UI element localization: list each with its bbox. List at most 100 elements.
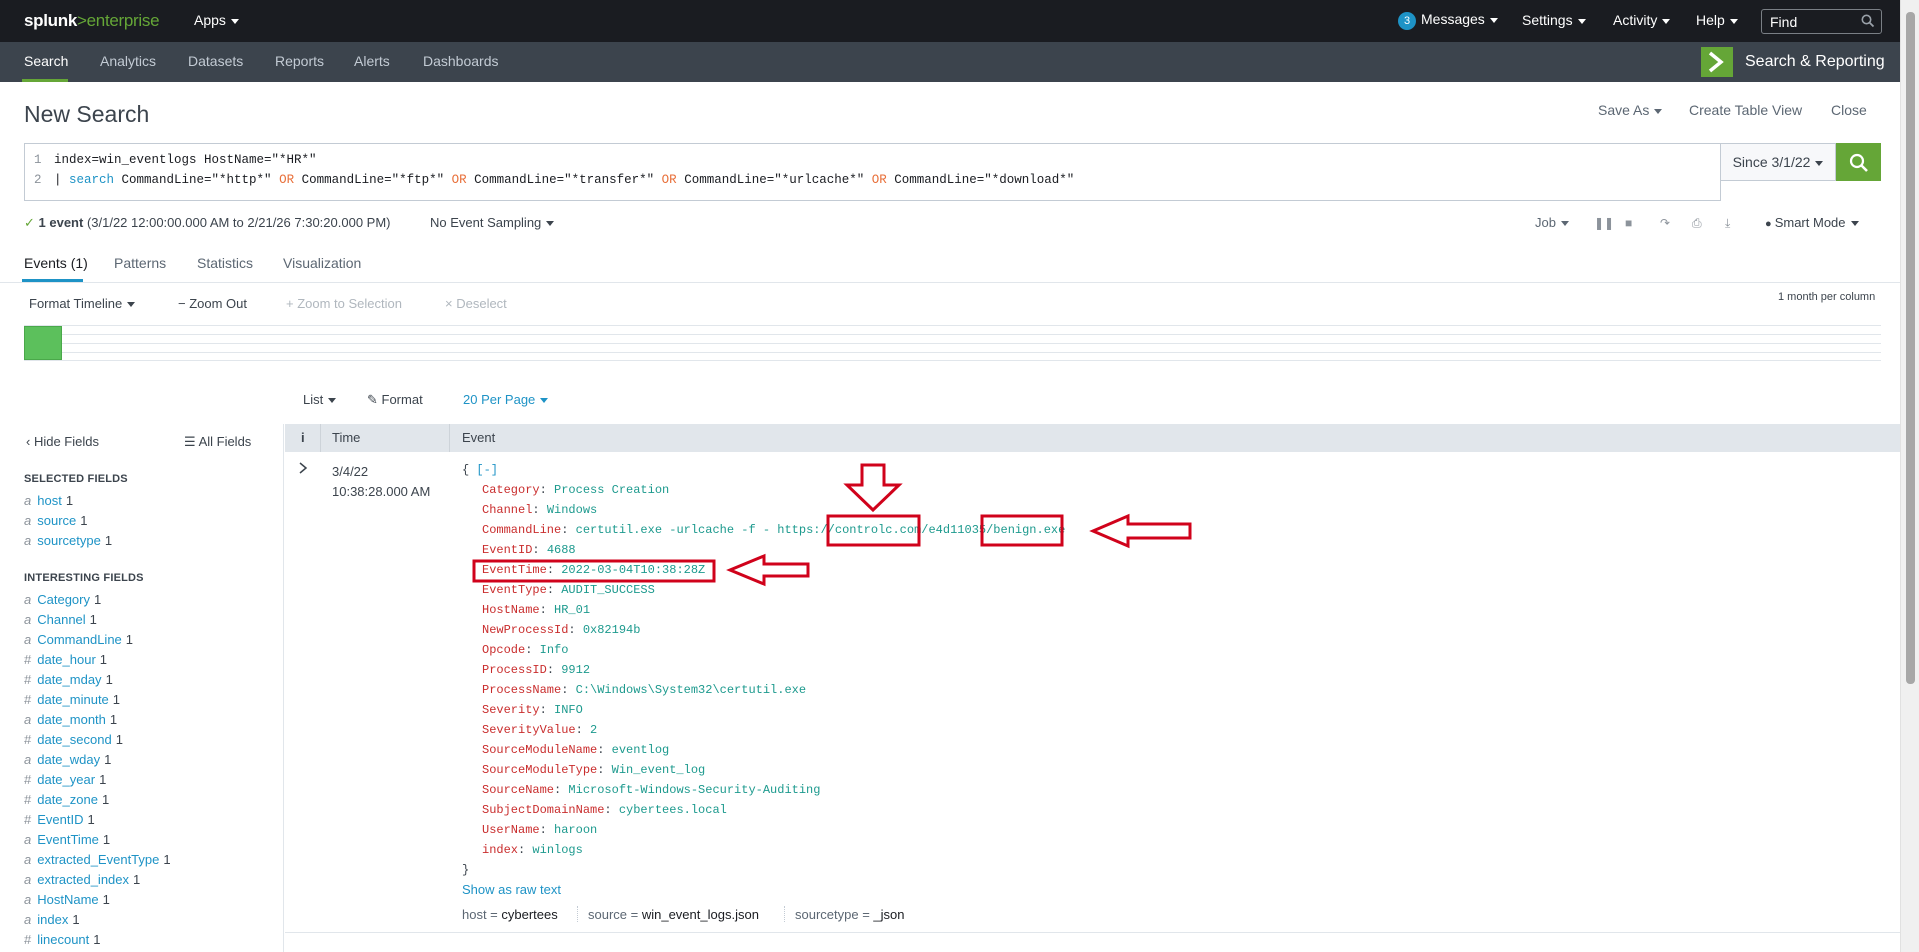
job-menu[interactable]: Job bbox=[1535, 215, 1569, 230]
json-key[interactable]: SourceModuleName bbox=[482, 743, 597, 757]
meta-host[interactable]: host = cybertees bbox=[462, 907, 558, 922]
tab-patterns[interactable]: Patterns bbox=[114, 255, 166, 271]
field-item[interactable]: a Channel 1 bbox=[24, 612, 97, 627]
help-menu[interactable]: Help bbox=[1696, 12, 1738, 28]
meta-source[interactable]: source = win_event_logs.json bbox=[588, 907, 759, 922]
tab-statistics[interactable]: Statistics bbox=[197, 255, 253, 271]
json-key[interactable]: ProcessID bbox=[482, 663, 547, 677]
list-view-dropdown[interactable]: List bbox=[303, 392, 337, 407]
nav-search[interactable]: Search bbox=[24, 53, 68, 69]
json-value[interactable]: Info bbox=[540, 643, 569, 657]
field-item[interactable]: a EventTime 1 bbox=[24, 832, 110, 847]
json-key[interactable]: EventType bbox=[482, 583, 547, 597]
json-value[interactable]: 4688 bbox=[547, 543, 576, 557]
tab-events[interactable]: Events (1) bbox=[24, 255, 88, 271]
print-icon[interactable]: ⎙ bbox=[1692, 216, 1702, 231]
field-item[interactable]: a date_wday 1 bbox=[24, 752, 111, 767]
time-column-header[interactable]: Time bbox=[332, 430, 360, 445]
field-item[interactable]: # date_second 1 bbox=[24, 732, 123, 747]
all-fields-button[interactable]: ☰ All Fields bbox=[184, 434, 251, 450]
search-mode-dropdown[interactable]: ● Smart Mode bbox=[1765, 215, 1859, 230]
json-key[interactable]: EventID bbox=[482, 543, 532, 557]
field-item[interactable]: # date_minute 1 bbox=[24, 692, 120, 707]
json-value[interactable]: 0x82194b bbox=[583, 623, 641, 637]
json-value[interactable]: haroon bbox=[554, 823, 597, 837]
save-as-button[interactable]: Save As bbox=[1598, 102, 1663, 118]
settings-menu[interactable]: Settings bbox=[1522, 12, 1586, 28]
json-value[interactable]: AUDIT_SUCCESS bbox=[561, 583, 655, 597]
field-item[interactable]: # date_mday 1 bbox=[24, 672, 113, 687]
zoom-out-button[interactable]: − Zoom Out bbox=[178, 296, 247, 311]
search-query-editor[interactable]: 1 2 index=win_eventlogs HostName="*HR*" … bbox=[24, 143, 1721, 201]
json-key[interactable]: SubjectDomainName bbox=[482, 803, 604, 817]
field-item[interactable]: a Category 1 bbox=[24, 592, 101, 607]
apps-menu[interactable]: Apps bbox=[194, 12, 239, 28]
field-item[interactable]: # date_zone 1 bbox=[24, 792, 109, 807]
json-value[interactable]: C:\Windows\System32\certutil.exe bbox=[576, 683, 806, 697]
close-button[interactable]: Close bbox=[1831, 102, 1867, 118]
timeline-chart[interactable] bbox=[24, 325, 1881, 361]
json-key[interactable]: HostName bbox=[482, 603, 540, 617]
json-value[interactable]: Windows bbox=[547, 503, 597, 517]
json-value[interactable]: winlogs bbox=[532, 843, 582, 857]
messages-menu[interactable]: 3 Messages bbox=[1398, 11, 1498, 30]
json-value[interactable]: INFO bbox=[554, 703, 583, 717]
expand-row-icon[interactable] bbox=[298, 462, 308, 477]
field-item[interactable]: # EventID 1 bbox=[24, 812, 95, 827]
zoom-to-selection-button[interactable]: + Zoom to Selection bbox=[286, 296, 402, 311]
json-key[interactable]: NewProcessId bbox=[482, 623, 568, 637]
activity-menu[interactable]: Activity bbox=[1613, 12, 1671, 28]
json-key[interactable]: Category bbox=[482, 483, 540, 497]
nav-alerts[interactable]: Alerts bbox=[354, 53, 390, 69]
field-item[interactable]: a sourcetype 1 bbox=[24, 533, 112, 548]
json-key[interactable]: Severity bbox=[482, 703, 540, 717]
run-search-button[interactable] bbox=[1836, 143, 1881, 181]
time-range-picker[interactable]: Since 3/1/22 bbox=[1721, 143, 1836, 181]
nav-analytics[interactable]: Analytics bbox=[100, 53, 156, 69]
json-key[interactable]: EventTime bbox=[482, 563, 547, 577]
field-item[interactable]: a source 1 bbox=[24, 513, 88, 528]
field-item[interactable]: # date_year 1 bbox=[24, 772, 106, 787]
pause-icon[interactable]: ❚❚ bbox=[1594, 216, 1614, 230]
splunk-logo[interactable]: splunk>enterprise bbox=[24, 11, 160, 31]
json-value[interactable]: 2022-03-04T10:38:28Z bbox=[561, 563, 705, 577]
event-column-header[interactable]: Event bbox=[462, 430, 495, 445]
timeline-bar[interactable] bbox=[24, 326, 62, 360]
search-app-icon[interactable] bbox=[1701, 47, 1733, 77]
json-value[interactable]: 9912 bbox=[561, 663, 590, 677]
field-item[interactable]: # linecount 1 bbox=[24, 932, 101, 947]
format-button[interactable]: ✎ Format bbox=[367, 392, 423, 408]
json-key[interactable]: CommandLine bbox=[482, 523, 561, 537]
field-item[interactable]: # date_hour 1 bbox=[24, 652, 107, 667]
field-item[interactable]: a host 1 bbox=[24, 493, 73, 508]
deselect-button[interactable]: × Deselect bbox=[445, 296, 507, 311]
field-item[interactable]: a date_month 1 bbox=[24, 712, 117, 727]
field-item[interactable]: a CommandLine 1 bbox=[24, 632, 133, 647]
find-input[interactable] bbox=[1770, 13, 1856, 30]
nav-dashboards[interactable]: Dashboards bbox=[423, 53, 499, 69]
nav-reports[interactable]: Reports bbox=[275, 53, 324, 69]
hide-fields-button[interactable]: ‹ Hide Fields bbox=[26, 434, 99, 449]
field-item[interactable]: a extracted_EventType 1 bbox=[24, 852, 171, 867]
json-key[interactable]: Channel bbox=[482, 503, 532, 517]
meta-sourcetype[interactable]: sourcetype = _json bbox=[795, 907, 904, 922]
json-value[interactable]: HR_01 bbox=[554, 603, 590, 617]
per-page-dropdown[interactable]: 20 Per Page bbox=[463, 392, 549, 407]
field-item[interactable]: a extracted_index 1 bbox=[24, 872, 140, 887]
event-sampling-dropdown[interactable]: No Event Sampling bbox=[430, 215, 555, 230]
json-key[interactable]: ProcessName bbox=[482, 683, 561, 697]
format-timeline-dropdown[interactable]: Format Timeline bbox=[29, 296, 136, 311]
collapse-json-toggle[interactable]: [-] bbox=[476, 463, 498, 477]
json-value[interactable]: certutil.exe -urlcache -f - https://cont… bbox=[576, 523, 1066, 537]
nav-datasets[interactable]: Datasets bbox=[188, 53, 243, 69]
create-table-view-button[interactable]: Create Table View bbox=[1689, 102, 1802, 118]
share-icon[interactable]: ↷ bbox=[1660, 216, 1670, 230]
json-value[interactable]: eventlog bbox=[612, 743, 670, 757]
json-key[interactable]: SeverityValue bbox=[482, 723, 576, 737]
json-value[interactable]: cybertees.local bbox=[619, 803, 727, 817]
stop-icon[interactable]: ■ bbox=[1625, 216, 1632, 230]
show-raw-text-link[interactable]: Show as raw text bbox=[462, 882, 561, 897]
scrollbar-thumb[interactable] bbox=[1906, 12, 1915, 684]
export-icon[interactable]: ⤓ bbox=[1725, 216, 1730, 231]
json-value[interactable]: Microsoft-Windows-Security-Auditing bbox=[568, 783, 820, 797]
